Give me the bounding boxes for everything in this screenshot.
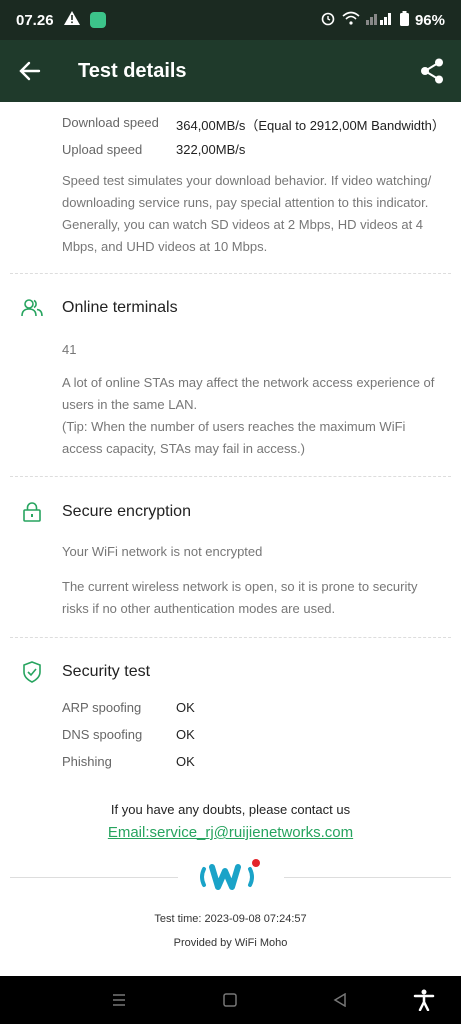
status-bar: 07.26 96%	[0, 0, 461, 40]
wifi-icon	[342, 11, 360, 29]
online-terminals-description: A lot of online STAs may affect the netw…	[62, 375, 435, 412]
accessibility-icon	[413, 989, 435, 1011]
download-speed-value: 364,00MB/s（Equal to 2912,00M Bandwidth）	[176, 118, 445, 133]
encryption-status: Your WiFi network is not encrypted	[62, 544, 263, 559]
signal-icon	[365, 11, 394, 29]
security-row-phishing: Phishing OK	[62, 754, 195, 769]
upload-speed-row: Upload speed 322,00MB/s	[62, 142, 245, 157]
users-icon	[20, 296, 44, 320]
online-terminals-title: Online terminals	[62, 299, 178, 316]
details-scroll[interactable]: Download speed 364,00MB/s（Equal to 2912,…	[0, 102, 461, 976]
security-row-value: OK	[176, 727, 195, 742]
divider	[10, 273, 451, 274]
back-button[interactable]	[0, 40, 60, 102]
divider	[10, 877, 178, 878]
provided-by: Provided by WiFi Moho	[173, 937, 288, 949]
security-test-title: Security test	[62, 663, 151, 680]
online-terminals-tip: (Tip: When the number of users reaches t…	[62, 419, 406, 456]
speed-description: Speed test simulates your download behav…	[62, 173, 432, 254]
security-row-value: OK	[176, 754, 195, 769]
home-button[interactable]	[216, 986, 244, 1014]
security-row-arp: ARP spoofing OK	[62, 700, 195, 715]
download-speed-label: Download speed	[62, 115, 159, 130]
lock-icon	[20, 500, 44, 524]
app-bar: Test details	[0, 40, 461, 102]
security-row-label: Phishing	[62, 754, 112, 769]
security-row-label: ARP spoofing	[62, 700, 142, 715]
triangle-back-icon	[333, 993, 346, 1007]
security-row-dns: DNS spoofing OK	[62, 727, 195, 742]
divider	[10, 476, 451, 477]
upload-speed-value: 322,00MB/s	[176, 142, 246, 157]
recent-apps-button[interactable]	[105, 986, 133, 1014]
battery-icon	[399, 10, 409, 30]
secure-encryption-header: Secure encryption	[20, 500, 191, 524]
online-terminals-header: Online terminals	[20, 296, 178, 320]
support-email-link[interactable]: Email:service_rj@ruijienetworks.com	[0, 824, 461, 841]
contact-text: If you have any doubts, please contact u…	[110, 802, 351, 817]
menu-icon	[113, 994, 125, 1006]
test-time: Test time: 2023-09-08 07:24:57	[154, 913, 307, 925]
square-icon	[223, 993, 237, 1007]
system-nav-bar	[0, 976, 461, 1024]
alarm-icon	[320, 10, 336, 30]
back-nav-button[interactable]	[326, 986, 354, 1014]
battery-percent: 96%	[414, 11, 445, 29]
app-notification-icon	[89, 12, 106, 28]
encryption-description: The current wireless network is open, so…	[62, 579, 418, 616]
share-icon	[421, 58, 443, 84]
arrow-left-icon	[19, 61, 41, 81]
divider	[10, 637, 451, 638]
secure-encryption-title: Secure encryption	[62, 503, 191, 520]
security-test-header: Security test	[20, 660, 150, 684]
divider	[284, 877, 451, 878]
security-row-value: OK	[176, 700, 195, 715]
online-terminals-count: 41	[62, 342, 77, 357]
download-speed-row: Download speed 364,00MB/s（Equal to 2912,…	[62, 115, 445, 134]
warning-icon	[63, 11, 80, 29]
wifi-moho-logo	[200, 857, 262, 897]
page-title: Test details	[78, 59, 187, 82]
status-time: 07.26	[16, 11, 54, 29]
share-button[interactable]	[417, 56, 447, 86]
accessibility-button[interactable]	[410, 986, 438, 1014]
shield-check-icon	[20, 660, 44, 684]
upload-speed-label: Upload speed	[62, 142, 143, 157]
security-row-label: DNS spoofing	[62, 727, 143, 742]
